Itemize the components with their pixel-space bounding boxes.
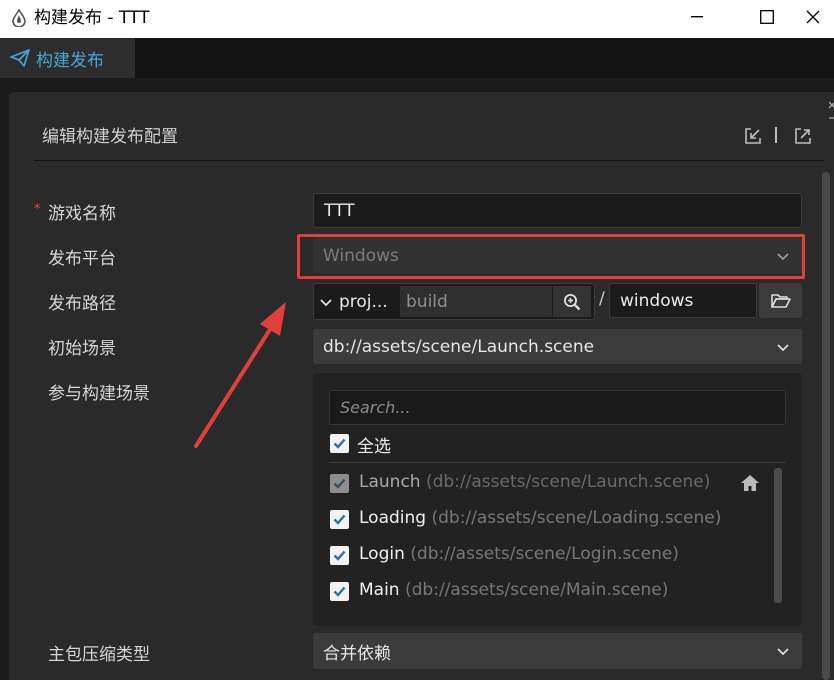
checkmark-icon: [333, 438, 346, 449]
path-prefix-value: proj...: [339, 291, 388, 312]
scene-item-main[interactable]: Main (db://assets/scene/Main.scene): [359, 580, 668, 600]
scene-name: Login: [359, 544, 405, 564]
tab-label: 构建发布: [36, 50, 104, 71]
start-scene-value: db://assets/scene/Launch.scene: [323, 336, 595, 357]
scene-search-placeholder: Search...: [340, 398, 411, 417]
scene-checkbox-login[interactable]: [330, 546, 349, 565]
select-all-label: 全选: [357, 437, 391, 457]
scene-checkbox-launch: [330, 474, 349, 493]
game-name-value: TTT: [324, 200, 355, 221]
scenes-label: 参与构建场景: [48, 384, 150, 404]
scene-item-login[interactable]: Login (db://assets/scene/Login.scene): [359, 544, 679, 564]
subfolder-input[interactable]: windows: [609, 283, 757, 318]
scene-path: (db://assets/scene/Launch.scene): [425, 472, 711, 492]
start-scene-label: 初始场景: [48, 339, 116, 359]
scene-path: (db://assets/scene/Loading.scene): [431, 508, 722, 528]
game-name-label: 游戏名称: [48, 204, 116, 224]
path-search-button[interactable]: [553, 286, 591, 317]
scene-checkbox-loading[interactable]: [330, 510, 349, 529]
maximize-button[interactable]: [744, 0, 790, 34]
home-icon: [741, 475, 759, 491]
subfolder-value: windows: [620, 290, 694, 311]
open-folder-button[interactable]: [759, 283, 802, 318]
folder-open-icon: [770, 293, 791, 308]
path-separator: /: [599, 289, 605, 309]
close-button[interactable]: [790, 0, 834, 34]
highlight-box: [297, 234, 805, 279]
compression-value: 合并依赖: [323, 643, 391, 664]
export-icon[interactable]: [793, 126, 813, 146]
import-icon[interactable]: [743, 126, 763, 146]
compression-label: 主包压缩类型: [48, 645, 150, 665]
window-title-bar: 构建发布 - TTT: [0, 0, 834, 38]
scene-item-loading[interactable]: Loading (db://assets/scene/Loading.scene…: [359, 508, 721, 528]
header-divider-line: [34, 160, 824, 161]
platform-label: 发布平台: [48, 249, 116, 269]
scene-item-launch: Launch (db://assets/scene/Launch.scene): [359, 472, 710, 492]
checkmark-icon: [333, 550, 346, 561]
panel-scrollbar[interactable]: [822, 172, 830, 680]
chevron-down-icon: [777, 343, 789, 351]
app-logo-icon: [12, 9, 26, 27]
build-folder-input[interactable]: build: [400, 286, 552, 317]
required-mark: *: [34, 202, 41, 217]
scene-list-scrollbar[interactable]: [774, 468, 782, 603]
checkmark-icon: [333, 514, 346, 525]
scene-search-input[interactable]: Search...: [329, 390, 786, 425]
build-path-label: 发布路径: [48, 294, 116, 314]
scene-name: Launch: [359, 472, 421, 492]
select-all-checkbox[interactable]: [330, 434, 349, 453]
window-title: 构建发布 - TTT: [34, 8, 150, 28]
build-folder-value: build: [406, 291, 448, 312]
scene-checkbox-main[interactable]: [330, 582, 349, 601]
start-scene-select[interactable]: db://assets/scene/Launch.scene: [313, 329, 802, 364]
scene-path: (db://assets/scene/Main.scene): [405, 580, 669, 600]
maximize-icon: [760, 10, 774, 24]
compression-select[interactable]: 合并依赖: [313, 633, 802, 669]
panel-menu-icon[interactable]: [828, 96, 834, 126]
checkmark-icon: [333, 586, 346, 597]
scene-path: (db://assets/scene/Login.scene): [410, 544, 679, 564]
checkmark-icon: [333, 478, 346, 489]
chevron-down-icon: [320, 298, 332, 306]
panel-title: 编辑构建发布配置: [42, 127, 178, 147]
game-name-input[interactable]: TTT: [313, 193, 802, 228]
magnifier-plus-icon: [564, 293, 581, 310]
minimize-icon: [691, 16, 703, 18]
header-divider: [775, 127, 777, 143]
annotation-arrow: [194, 302, 286, 448]
paper-plane-icon: [10, 49, 30, 67]
chevron-down-icon: [777, 648, 789, 656]
scene-name: Main: [359, 580, 400, 600]
scene-list-divider: [329, 462, 786, 463]
scene-name: Loading: [359, 508, 427, 528]
tab-build-publish[interactable]: 构建发布: [0, 38, 135, 78]
minimize-button[interactable]: [674, 0, 720, 34]
close-icon: [806, 10, 820, 24]
path-prefix-dropdown[interactable]: proj...: [319, 283, 399, 320]
